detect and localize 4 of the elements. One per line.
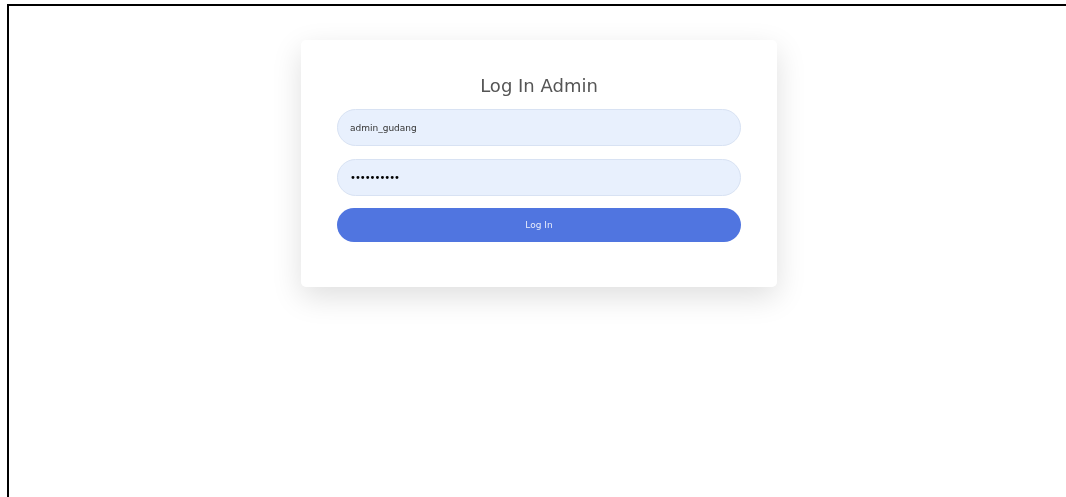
username-field[interactable]: admin_gudang — [337, 109, 741, 146]
login-title: Log In Admin — [479, 75, 599, 96]
password-field[interactable]: •••••••••• — [337, 159, 741, 196]
login-button[interactable]: Log In — [337, 208, 741, 242]
